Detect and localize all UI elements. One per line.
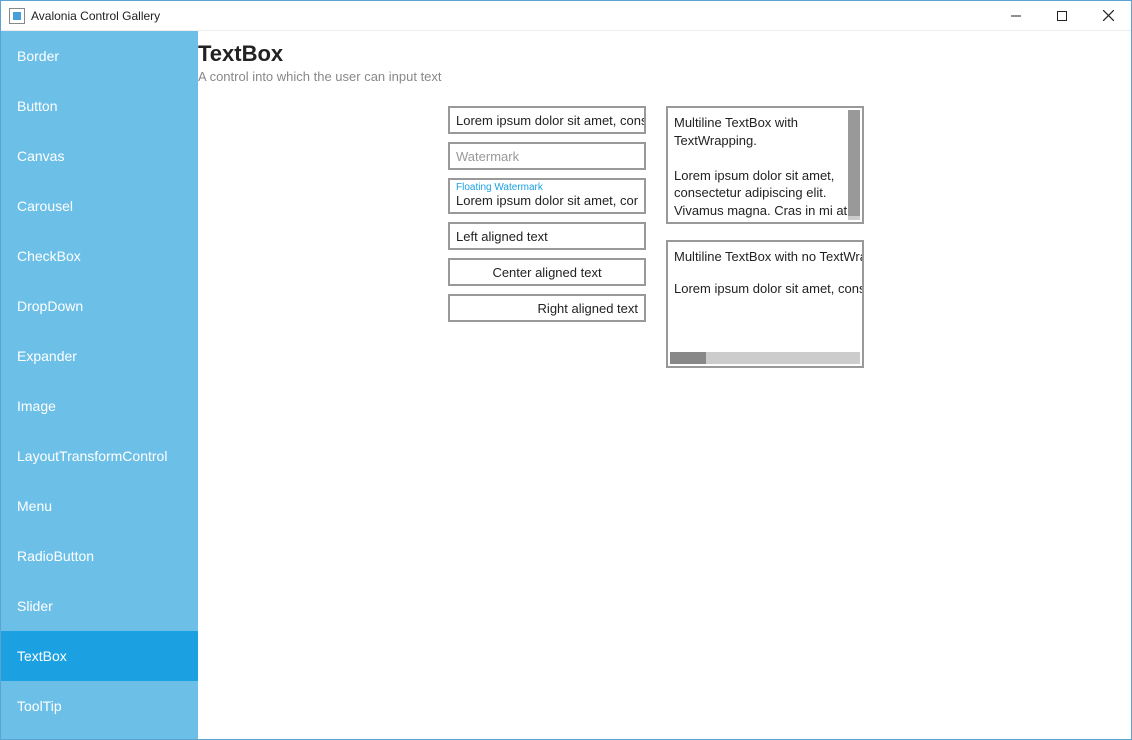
textbox-right-aligned[interactable]: Right aligned text (448, 294, 646, 322)
nowrap-line2: Lorem ipsum dolor sit amet, consec (674, 280, 856, 298)
textbox-simple-value: Lorem ipsum dolor sit amet, consec (456, 113, 646, 128)
sidebar-item-border[interactable]: Border (1, 31, 198, 81)
textbox-left-value: Left aligned text (456, 229, 548, 244)
app-icon (9, 8, 25, 24)
horizontal-scrollbar-thumb[interactable] (670, 352, 706, 364)
textbox-center-aligned[interactable]: Center aligned text (448, 258, 646, 286)
textbox-simple[interactable]: Lorem ipsum dolor sit amet, consec (448, 106, 646, 134)
sidebar-item-dropdown[interactable]: DropDown (1, 281, 198, 331)
window-buttons (993, 1, 1131, 31)
titlebar: Avalonia Control Gallery (1, 1, 1131, 31)
vertical-scrollbar-thumb[interactable] (848, 110, 860, 216)
sidebar-item-menu[interactable]: Menu (1, 481, 198, 531)
sidebar-item-carousel[interactable]: Carousel (1, 181, 198, 231)
sidebar-item-checkbox[interactable]: CheckBox (1, 231, 198, 281)
textbox-right-value: Right aligned text (538, 301, 638, 316)
textbox-multiline-wrap[interactable]: Multiline TextBox with TextWrapping. Lor… (666, 106, 864, 224)
sidebar-item-textbox[interactable]: TextBox (1, 631, 198, 681)
nowrap-line1: Multiline TextBox with no TextWrapp (674, 248, 856, 266)
sidebar-item-canvas[interactable]: Canvas (1, 131, 198, 181)
sidebar-item-button[interactable]: Button (1, 81, 198, 131)
textbox-watermark[interactable]: Watermark (448, 142, 646, 170)
page-title: TextBox (198, 41, 1131, 67)
main-content: TextBox A control into which the user ca… (198, 31, 1131, 739)
window-title: Avalonia Control Gallery (31, 9, 160, 23)
textbox-multiline-nowrap[interactable]: Multiline TextBox with no TextWrapp Lore… (666, 240, 864, 368)
textbox-multiline-nowrap-content: Multiline TextBox with no TextWrapp Lore… (668, 242, 862, 303)
sidebar: BorderButtonCanvasCarouselCheckBoxDropDo… (1, 31, 198, 739)
sidebar-item-slider[interactable]: Slider (1, 581, 198, 631)
minimize-button[interactable] (993, 1, 1039, 31)
sidebar-item-image[interactable]: Image (1, 381, 198, 431)
sidebar-item-layouttransformcontrol[interactable]: LayoutTransformControl (1, 431, 198, 481)
textbox-center-value: Center aligned text (492, 265, 601, 280)
sidebar-item-radiobutton[interactable]: RadioButton (1, 531, 198, 581)
textbox-watermark-placeholder: Watermark (456, 149, 519, 164)
textbox-left-aligned[interactable]: Left aligned text (448, 222, 646, 250)
sidebar-item-tooltip[interactable]: ToolTip (1, 681, 198, 731)
maximize-button[interactable] (1039, 1, 1085, 31)
close-button[interactable] (1085, 1, 1131, 31)
floating-watermark-label: Floating Watermark (456, 182, 638, 193)
textbox-multiline-wrap-content: Multiline TextBox with TextWrapping. Lor… (668, 108, 862, 222)
floating-watermark-value: Lorem ipsum dolor sit amet, consec (456, 193, 638, 208)
textbox-floating-watermark[interactable]: Floating Watermark Lorem ipsum dolor sit… (448, 178, 646, 214)
page-subtitle: A control into which the user can input … (198, 69, 1131, 84)
sidebar-item-expander[interactable]: Expander (1, 331, 198, 381)
